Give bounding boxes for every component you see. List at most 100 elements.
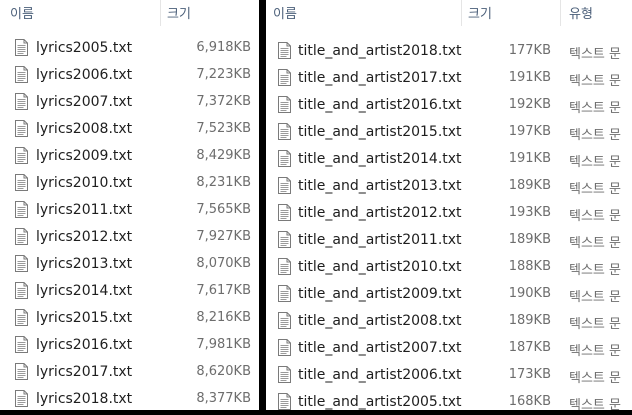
file-type: 텍스트 문 xyxy=(569,236,621,251)
file-name: lyrics2018.txt xyxy=(36,391,133,407)
file-row[interactable]: lyrics2006.txt 7,223KB xyxy=(0,63,259,90)
file-row[interactable]: title_and_artist2007.txt 187KB 텍스트 문 xyxy=(266,336,632,363)
file-row[interactable]: title_and_artist2017.txt 191KB 텍스트 문 xyxy=(266,66,632,93)
file-row[interactable]: title_and_artist2018.txt 177KB 텍스트 문 xyxy=(266,39,632,66)
column-header-name[interactable]: 이름 xyxy=(10,3,34,22)
column-divider[interactable] xyxy=(160,0,161,26)
text-file-icon xyxy=(278,339,291,356)
file-name: title_and_artist2012.txt xyxy=(298,205,462,221)
file-size: 192KB xyxy=(508,97,551,112)
text-file-icon xyxy=(278,123,291,140)
file-type: 텍스트 문 xyxy=(569,101,621,116)
file-row[interactable]: lyrics2007.txt 7,372KB xyxy=(0,90,259,117)
text-file-icon xyxy=(278,231,291,248)
column-divider[interactable] xyxy=(560,0,561,26)
file-row[interactable]: title_and_artist2014.txt 191KB 텍스트 문 xyxy=(266,147,632,174)
text-file-icon xyxy=(15,39,28,56)
text-file-icon xyxy=(278,258,291,275)
file-row[interactable]: lyrics2013.txt 8,070KB xyxy=(0,252,259,279)
text-file-icon xyxy=(15,336,28,353)
file-row[interactable]: lyrics2012.txt 7,927KB xyxy=(0,225,259,252)
text-file-icon xyxy=(15,120,28,137)
file-row[interactable]: lyrics2010.txt 8,231KB xyxy=(0,171,259,198)
file-name: lyrics2008.txt xyxy=(36,121,133,137)
text-file-icon xyxy=(15,255,28,272)
file-name: title_and_artist2011.txt xyxy=(298,232,462,248)
file-row[interactable]: title_and_artist2013.txt 189KB 텍스트 문 xyxy=(266,174,632,201)
file-row[interactable]: title_and_artist2005.txt 168KB 텍스트 문 xyxy=(266,390,632,410)
file-row[interactable]: title_and_artist2015.txt 197KB 텍스트 문 xyxy=(266,120,632,147)
file-row[interactable]: lyrics2005.txt 6,918KB xyxy=(0,36,259,63)
right-file-list: 이름 크기 유형 title_and_artist2018.txt 177KB 텍스… xyxy=(266,0,632,410)
file-type: 텍스트 문 xyxy=(569,344,621,359)
file-size: 190KB xyxy=(508,286,551,301)
file-type: 텍스트 문 xyxy=(569,182,621,197)
file-row[interactable]: title_and_artist2011.txt 189KB 텍스트 문 xyxy=(266,228,632,255)
column-header-name[interactable]: 이름 xyxy=(273,3,297,22)
file-size: 191KB xyxy=(508,70,551,85)
file-name: lyrics2017.txt xyxy=(36,364,133,380)
text-file-icon xyxy=(278,366,291,383)
file-name: lyrics2016.txt xyxy=(36,337,133,353)
file-name: lyrics2013.txt xyxy=(36,256,133,272)
file-size: 173KB xyxy=(508,367,551,382)
file-row[interactable]: lyrics2015.txt 8,216KB xyxy=(0,306,259,333)
text-file-icon xyxy=(15,390,28,407)
file-name: title_and_artist2018.txt xyxy=(298,43,462,59)
file-name: title_and_artist2008.txt xyxy=(298,313,462,329)
column-divider[interactable] xyxy=(461,0,462,26)
column-header-size[interactable]: 크기 xyxy=(167,3,191,22)
file-name: lyrics2012.txt xyxy=(36,229,133,245)
file-type: 텍스트 문 xyxy=(569,371,621,386)
file-size: 7,223KB xyxy=(196,67,251,82)
file-row[interactable]: title_and_artist2016.txt 192KB 텍스트 문 xyxy=(266,93,632,120)
text-file-icon xyxy=(278,285,291,302)
file-row[interactable]: lyrics2016.txt 7,981KB xyxy=(0,333,259,360)
file-name: title_and_artist2016.txt xyxy=(298,97,462,113)
file-row[interactable]: title_and_artist2009.txt 190KB 텍스트 문 xyxy=(266,282,632,309)
left-file-list: 이름 크기 lyrics2005.txt 6,918KB lyrics2006.tx… xyxy=(0,0,259,410)
file-size: 7,617KB xyxy=(196,283,251,298)
left-column-header: 이름 크기 xyxy=(0,0,259,28)
file-size: 8,377KB xyxy=(196,391,251,406)
file-row[interactable]: title_and_artist2008.txt 189KB 텍스트 문 xyxy=(266,309,632,336)
file-size: 187KB xyxy=(508,340,551,355)
file-name: lyrics2011.txt xyxy=(36,202,133,218)
file-type: 텍스트 문 xyxy=(569,74,621,89)
file-name: lyrics2005.txt xyxy=(36,40,133,56)
column-header-size[interactable]: 크기 xyxy=(468,3,492,22)
file-row[interactable]: lyrics2017.txt 8,620KB xyxy=(0,360,259,387)
column-header-type[interactable]: 유형 xyxy=(569,3,593,22)
file-row[interactable]: title_and_artist2006.txt 173KB 텍스트 문 xyxy=(266,363,632,390)
file-row[interactable]: lyrics2014.txt 7,617KB xyxy=(0,279,259,306)
right-column-header: 이름 크기 유형 xyxy=(266,0,632,28)
file-size: 7,523KB xyxy=(196,121,251,136)
text-file-icon xyxy=(15,147,28,164)
text-file-icon xyxy=(15,93,28,110)
file-name: lyrics2007.txt xyxy=(36,94,133,110)
file-row[interactable]: lyrics2018.txt 8,377KB xyxy=(0,387,259,410)
text-file-icon xyxy=(278,150,291,167)
file-row[interactable]: title_and_artist2012.txt 193KB 텍스트 문 xyxy=(266,201,632,228)
file-name: title_and_artist2009.txt xyxy=(298,286,462,302)
file-name: lyrics2014.txt xyxy=(36,283,133,299)
text-file-icon xyxy=(15,174,28,191)
file-size: 6,918KB xyxy=(196,40,251,55)
file-name: lyrics2006.txt xyxy=(36,67,133,83)
file-row[interactable]: lyrics2009.txt 8,429KB xyxy=(0,144,259,171)
file-row[interactable]: lyrics2011.txt 7,565KB xyxy=(0,198,259,225)
file-size: 177KB xyxy=(508,43,551,58)
file-row[interactable]: title_and_artist2010.txt 188KB 텍스트 문 xyxy=(266,255,632,282)
file-size: 7,372KB xyxy=(196,94,251,109)
file-size: 8,620KB xyxy=(196,364,251,379)
text-file-icon xyxy=(278,69,291,86)
file-size: 189KB xyxy=(508,178,551,193)
text-file-icon xyxy=(278,177,291,194)
file-size: 7,565KB xyxy=(196,202,251,217)
text-file-icon xyxy=(15,363,28,380)
file-name: title_and_artist2005.txt xyxy=(298,394,462,410)
file-row[interactable]: lyrics2008.txt 7,523KB xyxy=(0,117,259,144)
text-file-icon xyxy=(278,96,291,113)
file-type: 텍스트 문 xyxy=(569,155,621,170)
file-name: title_and_artist2006.txt xyxy=(298,367,462,383)
